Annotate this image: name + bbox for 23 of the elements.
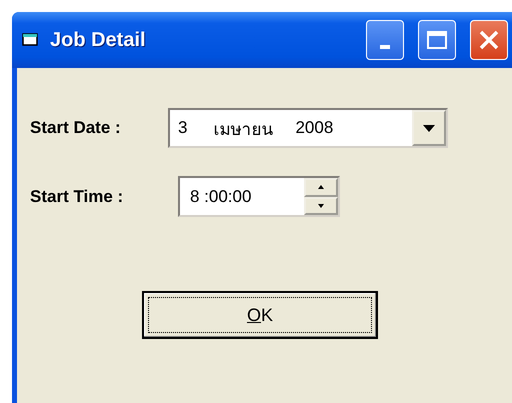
start-date-picker[interactable]: 3 เมษายน 2008 [168, 108, 448, 148]
close-button[interactable] [470, 20, 508, 60]
start-time-label: Start Time : [30, 186, 124, 206]
window-icon [22, 33, 40, 47]
time-value: 8 :00:00 [190, 186, 252, 206]
maximize-button[interactable] [418, 20, 456, 60]
window-title: Job Detail [50, 28, 147, 52]
year-text: 2008 [295, 118, 334, 138]
maximize-icon [426, 30, 448, 50]
month-text: เมษายน [213, 118, 274, 140]
dropdown-button[interactable] [412, 110, 446, 146]
ok-button[interactable]: OK [142, 291, 378, 339]
day-text: 3 [178, 118, 188, 138]
caret-icon [423, 124, 435, 132]
spin-up-button[interactable] [304, 178, 338, 196]
minimize-button[interactable] [366, 20, 404, 60]
close-icon [478, 29, 500, 51]
up-arrow-icon [318, 185, 324, 190]
start-time-field[interactable]: 8 :00:00 [178, 176, 340, 217]
down-arrow-icon [318, 204, 324, 208]
spin-down-button[interactable] [304, 196, 338, 215]
minimize-icon [380, 45, 390, 49]
start-date-label: Start Date : [30, 118, 122, 138]
